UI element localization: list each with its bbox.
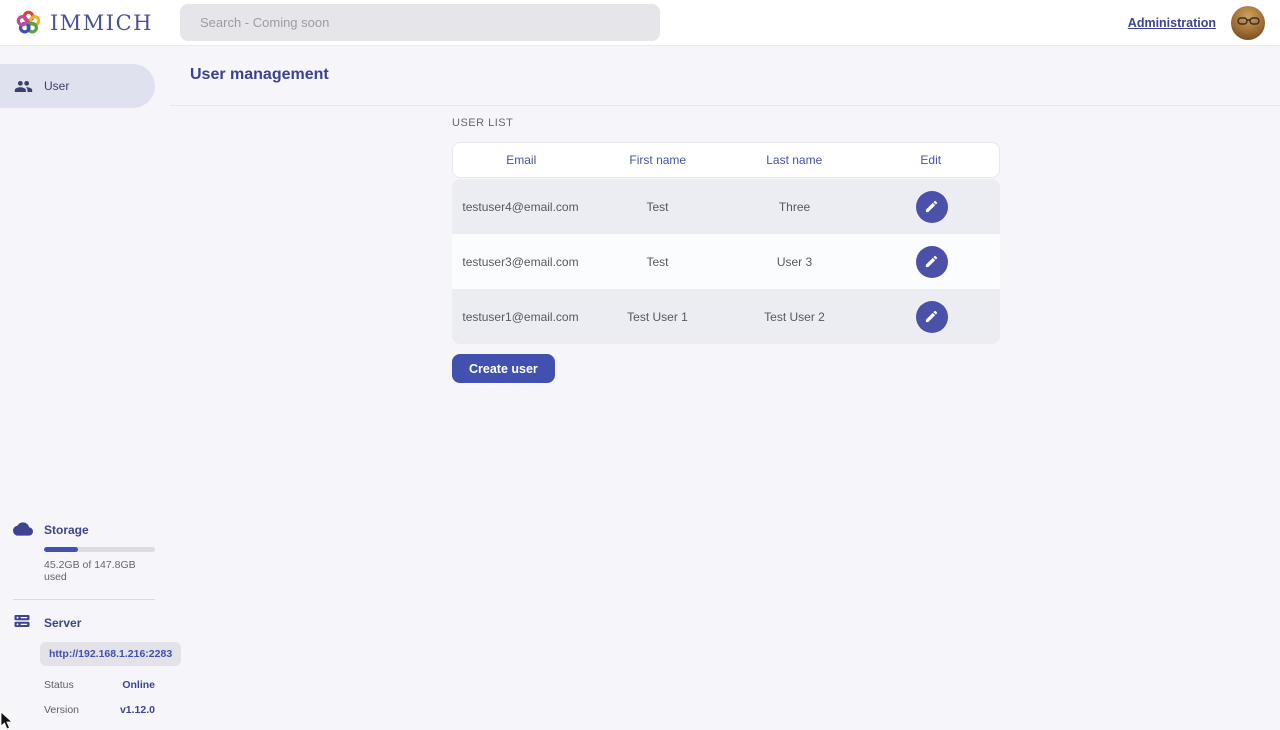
pencil-icon: [924, 199, 939, 214]
user-avatar[interactable]: [1231, 6, 1265, 40]
cell-email: testuser3@email.com: [452, 255, 589, 269]
pencil-icon: [924, 309, 939, 324]
app-title: IMMICH: [50, 11, 153, 35]
storage-section: Storage: [0, 521, 155, 539]
cloud-icon: [13, 519, 33, 539]
pencil-icon: [924, 254, 939, 269]
user-list-zone: USER LIST Email First name Last name Edi…: [452, 117, 1000, 383]
cell-email: testuser1@email.com: [452, 310, 589, 324]
create-user-button[interactable]: Create user: [452, 354, 555, 383]
sidebar-divider: [13, 599, 155, 600]
server-url: http://192.168.1.216:2283: [40, 642, 181, 666]
server-version-row: Version v1.12.0: [44, 704, 155, 716]
column-header-last-name: Last name: [726, 153, 863, 167]
immich-logo-icon: [15, 9, 42, 36]
server-icon: [13, 612, 31, 630]
cell-first-name: Test: [589, 255, 726, 269]
cell-first-name: Test: [589, 200, 726, 214]
status-label: Status: [44, 679, 74, 691]
cell-email: testuser4@email.com: [452, 200, 589, 214]
search-input[interactable]: [180, 4, 660, 41]
storage-usage-text: 45.2GB of 147.8GB used: [44, 559, 155, 583]
version-label: Version: [44, 704, 79, 716]
table-row: testuser4@email.com Test Three: [452, 179, 1000, 234]
cell-last-name: Test User 2: [726, 310, 863, 324]
edit-user-button[interactable]: [916, 191, 948, 223]
column-header-first-name: First name: [590, 153, 727, 167]
mouse-cursor: [0, 712, 14, 730]
sidebar-item-user[interactable]: User: [0, 64, 155, 108]
top-bar: IMMICH Administration: [0, 0, 1280, 46]
table-header-row: Email First name Last name Edit: [452, 142, 1000, 178]
storage-progress-bar: [44, 547, 155, 552]
server-status-row: Status Online: [44, 679, 155, 691]
page-title: User management: [190, 66, 329, 83]
users-icon: [14, 77, 33, 96]
user-list-label: USER LIST: [452, 117, 1000, 129]
column-header-email: Email: [453, 153, 590, 167]
administration-link[interactable]: Administration: [1128, 16, 1216, 30]
sidebar-item-label: User: [44, 79, 69, 93]
storage-title: Storage: [44, 523, 89, 537]
cell-first-name: Test User 1: [589, 310, 726, 324]
column-header-edit: Edit: [863, 153, 1000, 167]
table-row: testuser3@email.com Test User 3: [452, 234, 1000, 289]
status-value: Online: [122, 679, 155, 691]
sidebar: User Storage 45.2GB of 147.8GB used: [0, 46, 170, 730]
version-value: v1.12.0: [120, 704, 155, 716]
edit-user-button[interactable]: [916, 246, 948, 278]
main-content: User management USER LIST Email First na…: [170, 46, 1280, 730]
sidebar-footer: Storage 45.2GB of 147.8GB used: [0, 521, 155, 716]
edit-user-button[interactable]: [916, 301, 948, 333]
server-title: Server: [44, 616, 81, 630]
table-row: testuser1@email.com Test User 1 Test Use…: [452, 289, 1000, 344]
cell-last-name: Three: [726, 200, 863, 214]
page-title-bar: User management: [170, 46, 1280, 106]
app-brand[interactable]: IMMICH: [0, 9, 153, 36]
server-section: Server: [0, 614, 155, 632]
table-body: testuser4@email.com Test Three testuser3…: [452, 179, 1000, 344]
storage-progress-fill: [44, 547, 78, 552]
cell-last-name: User 3: [726, 255, 863, 269]
